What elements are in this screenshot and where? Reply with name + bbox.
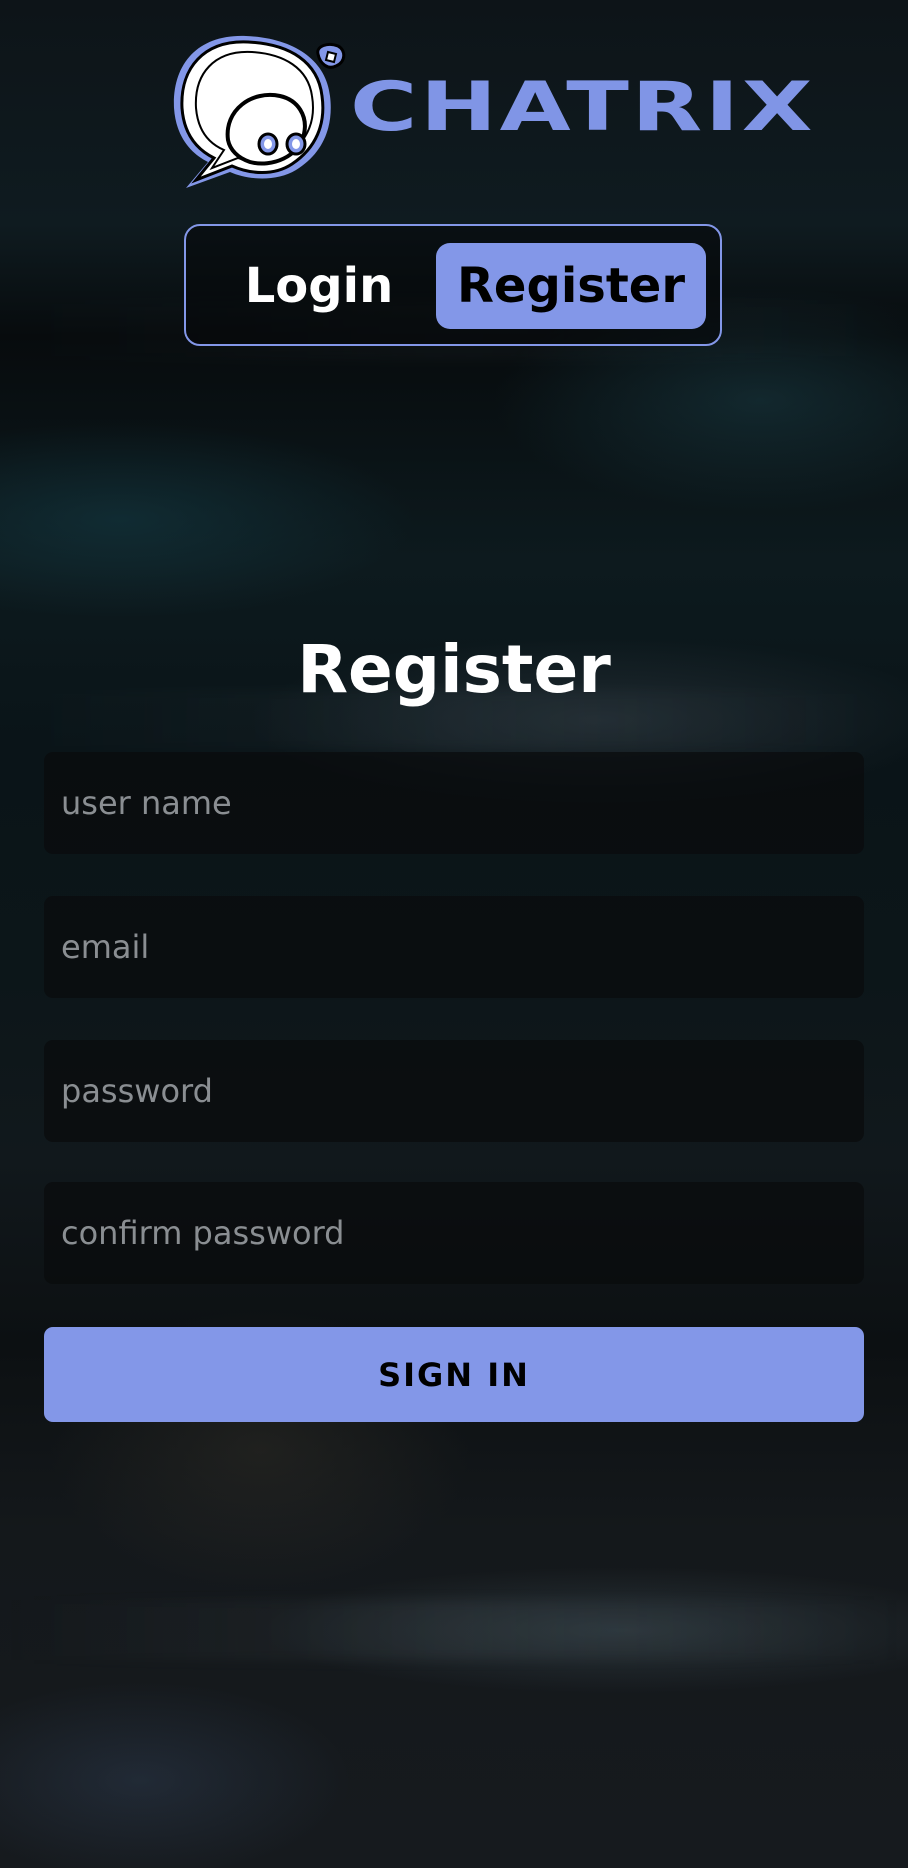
auth-tab-switcher: Login Register bbox=[184, 224, 722, 346]
password-input[interactable] bbox=[44, 1040, 864, 1142]
form-title: Register bbox=[297, 631, 611, 708]
brand-logo: CHATRIX bbox=[168, 30, 813, 195]
brand-name: CHATRIX bbox=[350, 68, 816, 147]
confirm-password-input[interactable] bbox=[44, 1182, 864, 1284]
username-input[interactable] bbox=[44, 752, 864, 854]
chat-bubble-face-icon bbox=[173, 35, 346, 188]
sign-in-button[interactable]: SIGN IN bbox=[44, 1327, 864, 1422]
tab-login[interactable]: Login bbox=[204, 243, 434, 329]
tab-register[interactable]: Register bbox=[436, 243, 706, 329]
email-input[interactable] bbox=[44, 896, 864, 998]
